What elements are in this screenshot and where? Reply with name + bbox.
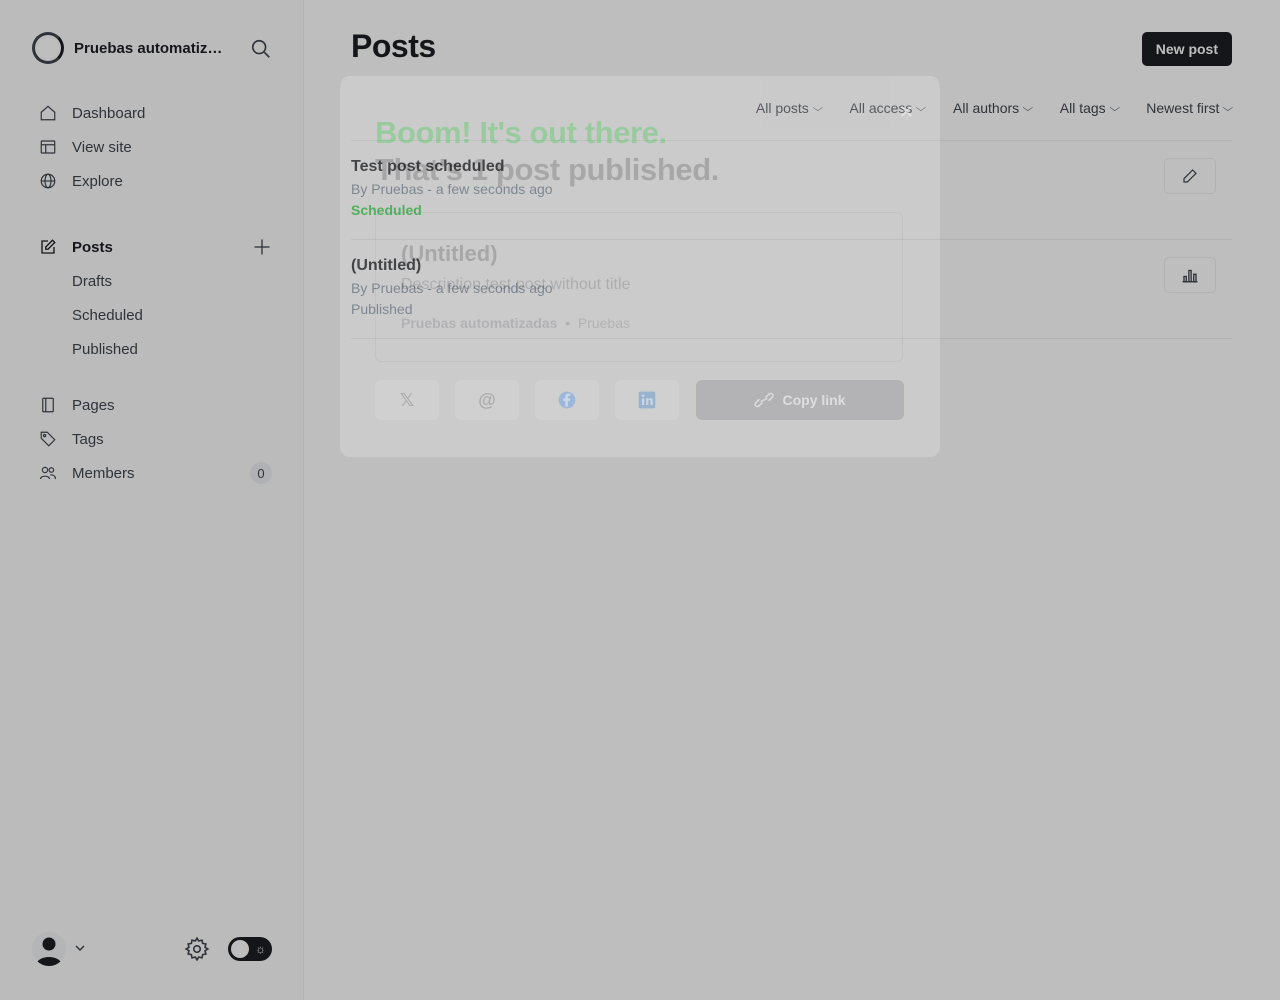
share-threads-button[interactable]: @ (455, 380, 519, 420)
publish-success-modal: ✕ Boom! It's out there. That's 1 post pu… (340, 76, 940, 457)
card-author: Pruebas (577, 315, 631, 331)
linkedin-icon (638, 391, 656, 409)
headline-count: That's 1 post published. (375, 152, 719, 187)
share-x-button[interactable]: 𝕏 (375, 380, 439, 420)
card-meta: Pruebas automatizadas • Pruebas (401, 315, 630, 331)
copy-link-label: Copy link (782, 392, 846, 408)
meta-separator: • (561, 315, 578, 331)
share-facebook-button[interactable] (535, 380, 599, 420)
threads-icon: @ (478, 389, 496, 410)
modal-headline: Boom! It's out there. That's 1 post publ… (375, 114, 719, 188)
close-icon[interactable]: ✕ (899, 102, 914, 123)
card-site: Pruebas automatizadas (401, 315, 558, 331)
link-icon (754, 392, 775, 408)
facebook-icon (558, 391, 576, 409)
post-preview-card[interactable]: (Untitled) Description test post without… (375, 212, 903, 362)
copy-link-button[interactable]: Copy link (696, 380, 904, 420)
share-linkedin-button[interactable] (615, 380, 679, 420)
card-title: (Untitled) (401, 241, 498, 266)
headline-success: Boom! It's out there. (375, 115, 667, 150)
card-excerpt: Description test post without title (401, 276, 631, 293)
x-icon: 𝕏 (399, 389, 415, 410)
